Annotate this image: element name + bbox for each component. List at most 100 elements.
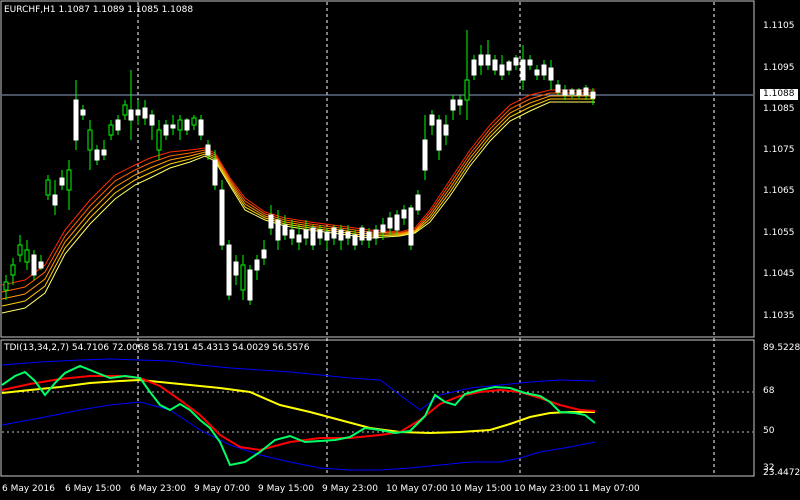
time-label: 10 May 15:00 bbox=[450, 484, 512, 494]
candle-body bbox=[534, 69, 540, 76]
candle-body bbox=[387, 217, 393, 229]
candle-body bbox=[415, 194, 421, 211]
candle-body bbox=[583, 87, 589, 96]
candle-body bbox=[373, 229, 379, 239]
ribbon-line bbox=[1, 95, 595, 300]
candle-body bbox=[457, 99, 463, 106]
candlesticks bbox=[3, 30, 596, 305]
price-label: 1.1035 bbox=[763, 311, 795, 321]
candle-body bbox=[429, 114, 435, 126]
candle-body bbox=[24, 249, 30, 263]
candle-body bbox=[80, 109, 86, 116]
price-label: 1.1095 bbox=[763, 63, 795, 73]
candle-body bbox=[254, 259, 260, 271]
candle-body bbox=[38, 261, 44, 269]
main-panel-border bbox=[0, 0, 755, 338]
candle-body bbox=[359, 227, 365, 241]
price-label: 1.1075 bbox=[763, 145, 795, 155]
candle-body bbox=[73, 99, 79, 141]
ma-ribbon bbox=[1, 89, 595, 314]
price-label: 1.1065 bbox=[763, 186, 795, 196]
candle-body bbox=[569, 89, 575, 95]
candle-body bbox=[122, 104, 128, 116]
candle-body bbox=[87, 129, 93, 151]
candle-body bbox=[240, 264, 246, 291]
candle-body bbox=[345, 231, 351, 239]
tdi-volatility-upper bbox=[1, 358, 596, 411]
candle-body bbox=[310, 227, 316, 246]
tdi-rsi-price-line bbox=[1, 364, 596, 467]
candle-body bbox=[324, 231, 330, 241]
time-label: 10 May 07:00 bbox=[386, 484, 448, 494]
candle-body bbox=[471, 59, 477, 76]
time-label: 9 May 15:00 bbox=[258, 484, 314, 494]
candle-body bbox=[45, 179, 51, 196]
candle-body bbox=[541, 64, 547, 76]
ribbon-line bbox=[1, 89, 595, 286]
candle-body bbox=[10, 264, 16, 276]
candle-body bbox=[499, 64, 505, 76]
price-label: 1.1085 bbox=[763, 104, 795, 114]
candle-body bbox=[394, 214, 400, 231]
candle-body bbox=[548, 67, 554, 81]
candle-body bbox=[506, 61, 512, 71]
candle-body bbox=[198, 119, 204, 136]
candle-body bbox=[156, 129, 162, 151]
candle-body bbox=[289, 229, 295, 239]
time-label: 6 May 23:00 bbox=[130, 484, 186, 494]
indicator-levels bbox=[2, 391, 753, 433]
candle-body bbox=[128, 109, 134, 121]
candle-body bbox=[513, 57, 519, 66]
candle-body bbox=[177, 119, 183, 131]
price-label: 1.1105 bbox=[763, 21, 795, 31]
candle-body bbox=[261, 249, 267, 259]
candle-body bbox=[555, 84, 561, 93]
candle-body bbox=[464, 79, 470, 101]
price-label: 1.1055 bbox=[763, 228, 795, 238]
candle-body bbox=[268, 214, 274, 229]
candle-body bbox=[115, 119, 121, 131]
indicator-header: TDI(13,34,2,7) 54.7106 72.0068 58.7191 4… bbox=[4, 343, 310, 353]
candle-body bbox=[401, 209, 407, 219]
candle-body bbox=[436, 119, 442, 151]
candle-body bbox=[233, 261, 239, 276]
candle-body bbox=[562, 89, 568, 96]
indicator-level-label: 50 bbox=[763, 426, 775, 436]
main-chart-header: EURCHF,H1 1.1087 1.1089 1.1085 1.1088 bbox=[4, 5, 194, 15]
candle-body bbox=[101, 149, 107, 156]
candle-body bbox=[66, 169, 72, 191]
candle-body bbox=[282, 224, 288, 236]
chart-canvas[interactable] bbox=[0, 0, 800, 500]
time-label: 9 May 23:00 bbox=[322, 484, 378, 494]
candle-body bbox=[331, 227, 337, 239]
candle-body bbox=[59, 177, 65, 186]
candle-body bbox=[170, 124, 176, 129]
indicator-level-label: 89.5228 bbox=[763, 343, 800, 353]
candle-body bbox=[443, 124, 449, 136]
candle-body bbox=[576, 89, 582, 96]
candle-body bbox=[142, 107, 148, 119]
candle-body bbox=[303, 229, 309, 239]
candle-body bbox=[492, 59, 498, 71]
candle-body bbox=[478, 54, 484, 66]
time-label: 6 May 15:00 bbox=[65, 484, 121, 494]
candle-body bbox=[590, 91, 596, 99]
candle-body bbox=[317, 229, 323, 239]
time-label: 6 May 2016 bbox=[2, 484, 55, 494]
candle-body bbox=[520, 59, 526, 81]
candle-body bbox=[275, 219, 281, 241]
candle-body bbox=[450, 99, 456, 111]
candle-body bbox=[52, 194, 58, 206]
candle-body bbox=[226, 244, 232, 296]
tdi-lines bbox=[1, 358, 596, 471]
candle-body bbox=[380, 224, 386, 233]
candle-body bbox=[296, 234, 302, 243]
candle-body bbox=[408, 207, 414, 246]
candle-body bbox=[163, 124, 169, 136]
candle-body bbox=[191, 117, 197, 126]
candle-body bbox=[108, 124, 114, 136]
candle-body bbox=[527, 59, 533, 66]
indicator-panel-border bbox=[0, 339, 755, 477]
candle-body bbox=[352, 234, 358, 246]
time-label: 11 May 07:00 bbox=[578, 484, 640, 494]
